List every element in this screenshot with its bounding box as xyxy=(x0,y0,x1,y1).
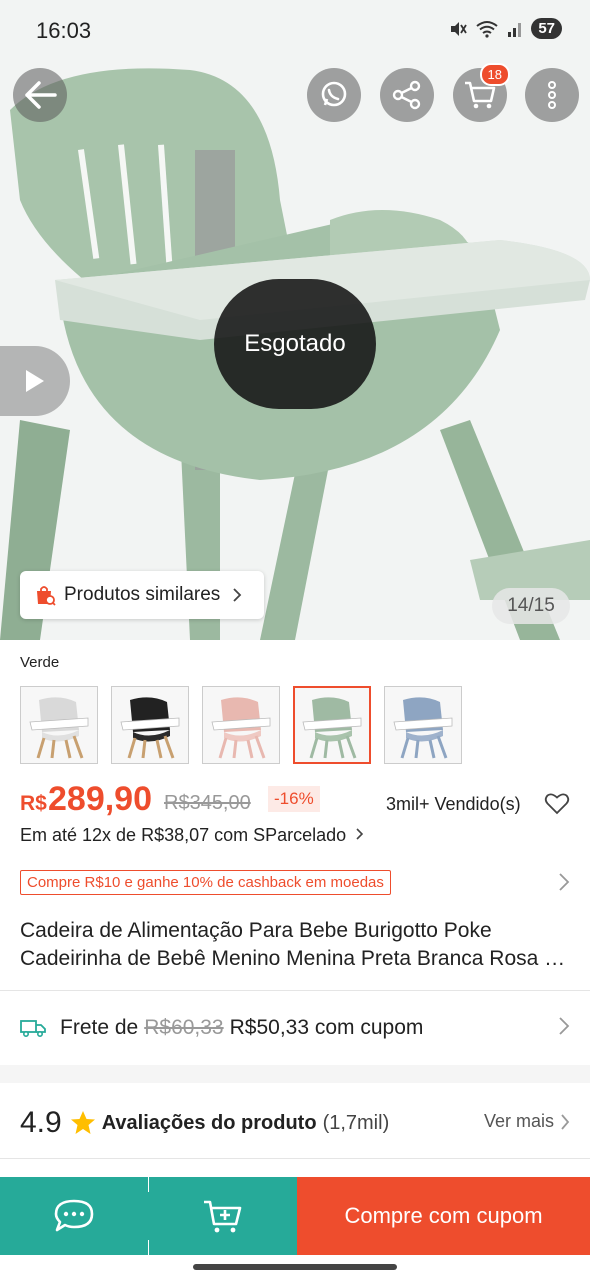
image-counter: 14/15 xyxy=(492,588,570,624)
share-button[interactable] xyxy=(380,68,434,122)
chevron-right-icon[interactable] xyxy=(558,872,570,892)
variant-thumbnails xyxy=(20,686,462,764)
rating-label: Avaliações do produto xyxy=(101,1111,317,1134)
battery-indicator: 57 xyxy=(531,18,562,39)
see-more-label: Ver mais xyxy=(483,1111,554,1131)
variant-thumbnail[interactable] xyxy=(384,686,462,764)
add-to-cart-button[interactable] xyxy=(149,1177,297,1255)
mute-icon xyxy=(451,21,468,36)
product-image-gallery[interactable]: 16:03 57 18 Esgotado Produtos similares … xyxy=(0,0,590,640)
cashback-offer[interactable]: Compre R$10 e ganhe 10% de cashback em m… xyxy=(20,870,391,895)
variant-chair-image xyxy=(29,697,89,759)
favorite-heart-icon[interactable] xyxy=(544,792,570,816)
variant-selected-label: Verde xyxy=(20,654,60,671)
home-indicator[interactable] xyxy=(193,1264,397,1270)
price-row: R$ 289,90 R$345,00 -16% 3mil+ Vendido(s) xyxy=(20,780,570,824)
divider xyxy=(0,990,590,991)
divider xyxy=(0,1158,590,1159)
back-button[interactable] xyxy=(13,68,67,122)
whatsapp-share-button[interactable] xyxy=(307,68,361,122)
chat-icon xyxy=(54,1199,94,1232)
similar-products-button[interactable]: Produtos similares xyxy=(20,571,264,619)
wifi-icon xyxy=(476,20,498,38)
shipping-original-price: R$60,33 xyxy=(144,1016,224,1039)
price-currency: R$ xyxy=(20,792,47,815)
cart-button[interactable]: 18 xyxy=(453,63,510,122)
status-bar: 16:03 57 xyxy=(0,0,590,62)
play-video-button[interactable] xyxy=(0,346,70,416)
signal-icon xyxy=(508,22,522,37)
variant-chair-image xyxy=(393,697,453,759)
sold-count: 3mil+ Vendido(s) xyxy=(386,794,521,814)
cart-count-badge: 18 xyxy=(479,63,510,86)
rating-count: (1,7mil) xyxy=(322,1111,390,1134)
variant-thumbnail[interactable] xyxy=(293,686,371,764)
rating-row: 4.9 Avaliações do produto (1,7mil) Ver m… xyxy=(20,1103,570,1143)
similar-products-label: Produtos similares xyxy=(64,584,221,605)
shipping-label: Frete de xyxy=(60,1016,139,1039)
rating-score: 4.9 xyxy=(20,1106,62,1139)
see-more-reviews-link[interactable]: Ver mais xyxy=(484,1111,570,1132)
shipping-row[interactable]: Frete de R$60,33 R$50,33 com cupom xyxy=(20,1012,570,1044)
chevron-right-icon xyxy=(233,588,242,602)
chevron-right-icon xyxy=(561,1113,570,1130)
more-options-button[interactable] xyxy=(525,68,579,122)
sold-out-label: Esgotado xyxy=(244,330,346,357)
price-current: 289,90 xyxy=(48,780,152,818)
add-to-cart-icon xyxy=(204,1200,242,1233)
share-icon xyxy=(392,80,421,110)
product-title-line2: Cadeirinha de Bebê Menino Menina Preta B… xyxy=(20,947,570,970)
product-title: Cadeira de Alimentação Para Bebe Burigot… xyxy=(20,917,570,973)
chat-button[interactable] xyxy=(0,1177,148,1255)
star-icon xyxy=(70,1111,95,1134)
variant-chair-image xyxy=(120,697,180,759)
whatsapp-icon xyxy=(321,81,347,107)
product-title-line1: Cadeira de Alimentação Para Bebe Burigot… xyxy=(20,919,492,942)
section-gap xyxy=(0,1065,590,1083)
discount-badge: -16% xyxy=(268,786,320,812)
chevron-right-icon xyxy=(356,828,364,840)
installments-text: Em até 12x de R$38,07 com SParcelado xyxy=(20,825,347,845)
shopping-bag-icon xyxy=(37,586,56,606)
buy-with-coupon-label: Compre com cupom xyxy=(344,1203,543,1228)
truck-icon xyxy=(20,1020,46,1038)
more-vertical-icon xyxy=(548,81,556,109)
shipping-discounted-price: R$50,33 com cupom xyxy=(229,1016,424,1039)
status-time: 16:03 xyxy=(36,18,92,43)
buy-with-coupon-button[interactable]: Compre com cupom xyxy=(297,1177,590,1255)
variant-chair-image xyxy=(302,697,362,759)
variant-chair-image xyxy=(211,697,271,759)
variant-thumbnail[interactable] xyxy=(20,686,98,764)
back-arrow-icon xyxy=(25,81,57,109)
bottom-action-bar: Compre com cupom xyxy=(0,1177,590,1255)
chevron-right-icon xyxy=(559,1017,570,1035)
price-original: R$345,00 xyxy=(164,792,251,814)
sold-out-overlay: Esgotado xyxy=(214,279,376,409)
status-icons: 57 xyxy=(449,18,562,39)
play-icon xyxy=(26,370,44,392)
installments-link[interactable]: Em até 12x de R$38,07 com SParcelado xyxy=(20,825,365,846)
variant-thumbnail[interactable] xyxy=(111,686,189,764)
variant-thumbnail[interactable] xyxy=(202,686,280,764)
